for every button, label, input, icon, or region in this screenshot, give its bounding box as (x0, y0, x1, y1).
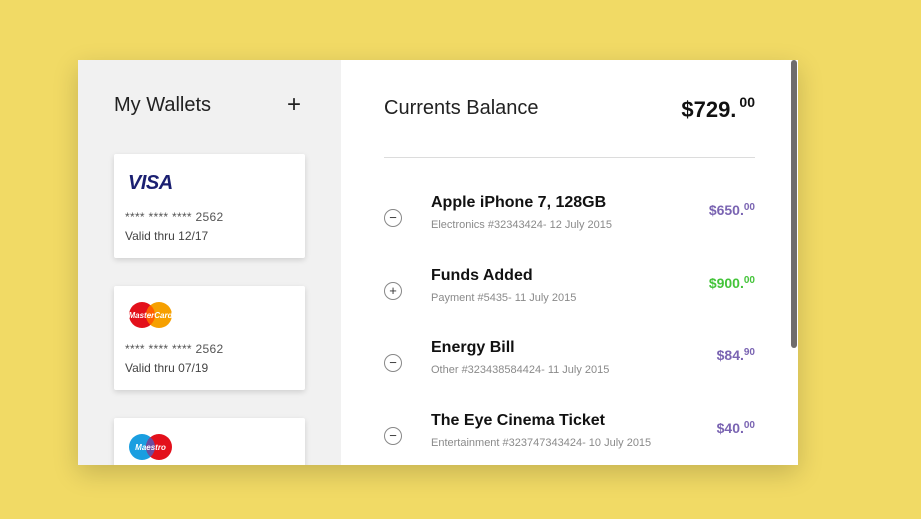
minus-icon[interactable]: − (384, 427, 402, 445)
balance-amount: $729. 00 (681, 94, 755, 123)
transaction-title: Apple iPhone 7, 128GB (431, 194, 607, 211)
transaction-amount-main: $650. (708, 202, 744, 218)
card-number: **** **** **** 2562 (125, 210, 224, 224)
transaction-amount: $40.00 (717, 420, 755, 436)
balance-amount-main: $729. (681, 97, 737, 122)
main-scrollbar[interactable] (791, 60, 797, 348)
transaction-row[interactable]: − The Eye Cinema Ticket Entertainment #3… (341, 412, 798, 462)
card-number: **** **** **** 2562 (125, 342, 224, 356)
wallets-title: My Wallets (114, 94, 212, 116)
transaction-row[interactable]: − Apple iPhone 7, 128GB Electronics #323… (341, 194, 798, 244)
wallet-card-mastercard[interactable]: MasterCard **** **** **** 2562 Valid thr… (114, 286, 305, 390)
transaction-title: Energy Bill (431, 339, 515, 356)
transaction-amount-cents: 00 (743, 202, 755, 213)
mastercard-logo: MasterCard (128, 302, 174, 328)
maestro-logo: Maestro (129, 434, 172, 460)
transaction-row[interactable]: − Energy Bill Other #323438584424- 11 Ju… (341, 339, 798, 389)
transaction-amount-cents: 90 (743, 347, 755, 358)
transaction-title: Funds Added (431, 267, 533, 284)
divider (384, 157, 755, 158)
maestro-logo-text: Maestro (135, 443, 166, 452)
transaction-amount: $84.90 (717, 347, 755, 363)
balance-panel: Currents Balance $729. 00 − Apple iPhone … (341, 60, 798, 465)
transaction-amount-cents: 00 (743, 420, 755, 431)
visa-logo: VISA (128, 172, 173, 194)
transaction-row[interactable]: + Funds Added Payment #5435- 11 July 201… (341, 267, 798, 317)
transaction-amount-cents: 00 (743, 275, 755, 286)
transaction-amount: $650.00 (709, 202, 755, 218)
wallet-card-maestro[interactable]: Maestro (114, 418, 305, 465)
card-valid-thru: Valid thru 07/19 (125, 361, 209, 375)
transaction-meta: Payment #5435- 11 July 2015 (431, 292, 577, 304)
transaction-title: The Eye Cinema Ticket (431, 412, 605, 429)
minus-icon[interactable]: − (384, 209, 402, 227)
plus-icon[interactable]: + (384, 282, 402, 300)
transaction-amount-main: $40. (716, 420, 744, 436)
wallet-card-visa[interactable]: VISA **** **** **** 2562 Valid thru 12/1… (114, 154, 305, 258)
add-wallet-button[interactable]: + (282, 93, 306, 117)
card-valid-thru: Valid thru 12/17 (125, 229, 209, 243)
transaction-amount-main: $84. (716, 347, 744, 363)
transaction-amount-main: $900. (708, 275, 744, 291)
balance-title: Currents Balance (384, 97, 539, 119)
mastercard-logo-text: MasterCard (128, 311, 173, 320)
wallet-app: My Wallets + VISA **** **** **** 2562 Va… (78, 60, 798, 465)
balance-amount-cents: 00 (739, 94, 755, 110)
minus-icon[interactable]: − (384, 354, 402, 372)
transaction-meta: Other #323438584424- 11 July 2015 (431, 364, 610, 376)
transaction-meta: Electronics #32343424- 12 July 2015 (431, 219, 613, 231)
wallets-sidebar: My Wallets + VISA **** **** **** 2562 Va… (78, 60, 341, 465)
transaction-meta: Entertainment #323747343424- 10 July 201… (431, 437, 652, 449)
transaction-amount: $900.00 (709, 275, 755, 291)
